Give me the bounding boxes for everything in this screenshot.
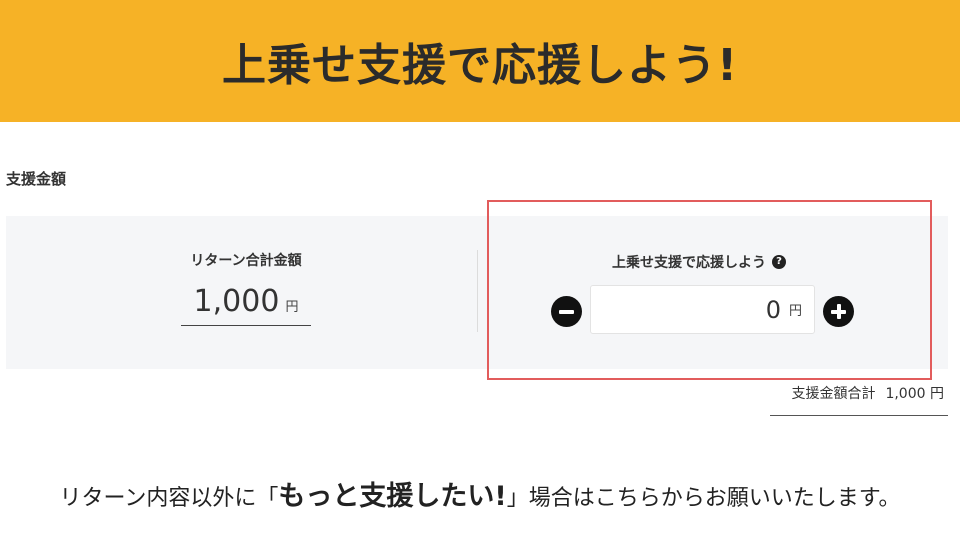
return-total-block: リターン合計金額 1,000 円: [156, 250, 336, 326]
page-title: 上乗せ支援で応援しよう!: [221, 40, 739, 91]
info-message: リターン内容以外に「もっと支援したい!」場合はこちらからお願いいたします。: [0, 474, 960, 513]
header-banner: 上乗せ支援で応援しよう!: [0, 0, 960, 122]
support-amount-heading: 支援金額: [6, 170, 67, 188]
return-total-label: リターン合計金額: [190, 253, 302, 269]
boost-label-row: 上乗せ支援で応援しよう ?: [612, 252, 786, 272]
support-total-label: 支援金額合計: [791, 386, 876, 402]
support-total-currency: 円: [930, 386, 944, 402]
info-message-suffix: 」場合はこちらからお願いいたします。: [506, 486, 901, 511]
minus-circle-icon: [559, 309, 574, 314]
boost-amount-field[interactable]: 円: [590, 285, 815, 334]
return-total-amount-row: 1,000 円: [181, 284, 311, 326]
increase-amount-button[interactable]: [823, 296, 854, 327]
decrease-amount-button[interactable]: [551, 296, 582, 327]
info-message-emphasis: もっと支援したい!: [278, 481, 507, 512]
support-total-amount: 1,000: [885, 386, 926, 402]
plus-circle-icon-vertical: [836, 304, 841, 319]
return-total-amount: 1,000: [193, 284, 280, 319]
support-total-row: 支援金額合計 1,000 円: [770, 383, 948, 416]
boost-amount-input[interactable]: [630, 295, 781, 324]
boost-amount-currency: 円: [788, 304, 802, 319]
panel-divider: [477, 250, 478, 332]
support-total-amount-group: 1,000 円: [885, 383, 944, 403]
return-total-currency: 円: [285, 300, 299, 315]
info-message-prefix: リターン内容以外に「: [59, 486, 279, 511]
question-circle-icon[interactable]: ?: [772, 255, 786, 269]
boost-label: 上乗せ支援で応援しよう: [612, 255, 766, 271]
